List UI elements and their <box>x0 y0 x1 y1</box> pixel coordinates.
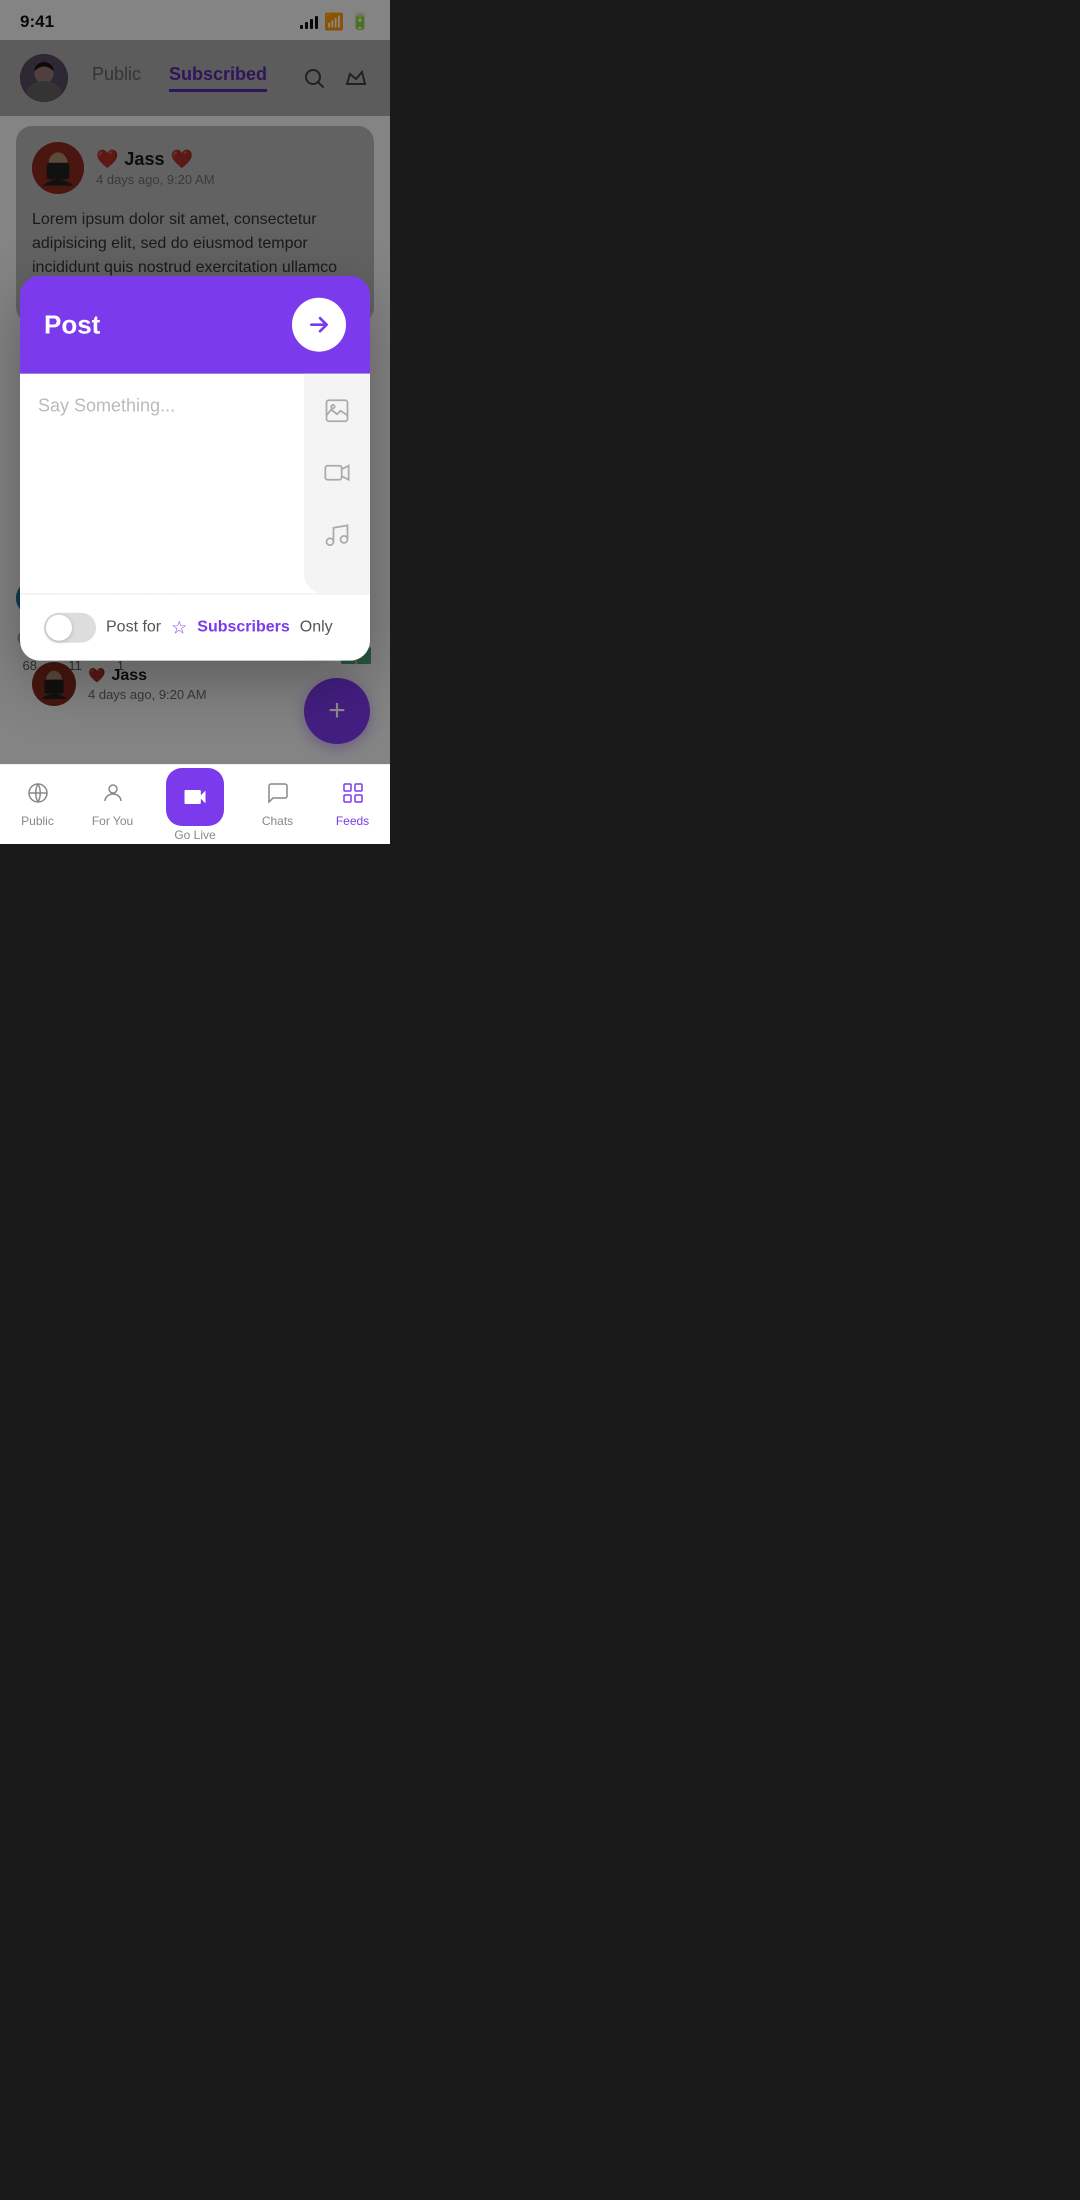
chats-label: Chats <box>262 814 293 828</box>
video-icon[interactable] <box>318 454 356 492</box>
subscribers-label: Subscribers <box>197 619 289 637</box>
modal-footer: Post for ☆ Subscribers Only <box>20 594 370 661</box>
person-icon <box>101 781 125 810</box>
post-modal: Post Say Something... <box>20 276 370 661</box>
bottom-nav: Public For You Go Live <box>0 764 390 844</box>
nav-go-live[interactable]: Go Live <box>150 765 240 844</box>
nav-public[interactable]: Public <box>0 765 75 844</box>
media-sidebar <box>304 374 370 594</box>
post-for-label: Post for <box>106 619 161 637</box>
feeds-label: Feeds <box>336 814 369 828</box>
post-placeholder: Say Something... <box>38 396 175 416</box>
subscribers-toggle[interactable] <box>44 613 96 643</box>
go-live-label: Go Live <box>174 828 215 842</box>
for-you-label: For You <box>92 814 133 828</box>
music-icon[interactable] <box>318 516 356 554</box>
nav-chats[interactable]: Chats <box>240 765 315 844</box>
modal-title: Post <box>44 309 100 340</box>
only-label: Only <box>300 619 333 637</box>
nav-feeds[interactable]: Feeds <box>315 765 390 844</box>
chat-icon <box>266 781 290 810</box>
post-text-input[interactable]: Say Something... <box>20 374 304 594</box>
image-icon[interactable] <box>318 392 356 430</box>
feeds-icon <box>341 781 365 810</box>
modal-body: Say Something... <box>20 374 370 594</box>
public-label: Public <box>21 814 54 828</box>
star-icon: ☆ <box>171 617 187 638</box>
nav-for-you[interactable]: For You <box>75 765 150 844</box>
public-icon <box>26 781 50 810</box>
send-button[interactable] <box>292 298 346 352</box>
go-live-circle <box>166 768 224 826</box>
modal-header: Post <box>20 276 370 374</box>
